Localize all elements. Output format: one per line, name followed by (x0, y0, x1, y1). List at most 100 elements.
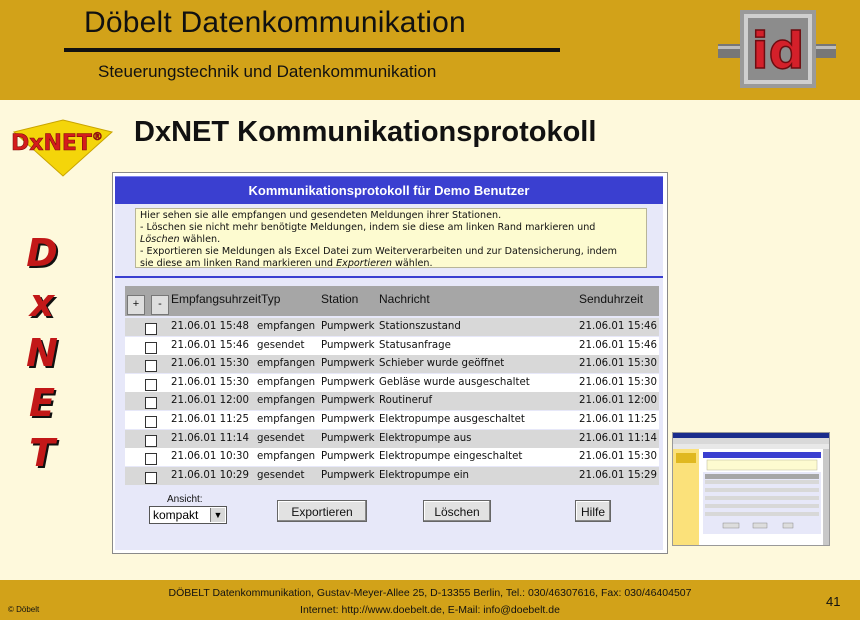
cell-senduhrzeit: 21.06.01 11:14 (579, 432, 657, 444)
dxnet-reg-mark: ® (92, 130, 103, 143)
column-header-nachricht[interactable]: Nachricht (379, 292, 430, 306)
row-checkbox[interactable] (145, 378, 157, 391)
table-row[interactable]: 21.06.01 10:29 gesendet Pumpwerk Elektropum… (125, 466, 659, 485)
cell-station: Pumpwerk (321, 321, 375, 332)
info-line: sie diese am linken Rand markieren und E… (140, 258, 642, 270)
footer-copyright: © Döbelt (8, 605, 40, 614)
delete-button[interactable]: Löschen (423, 500, 491, 522)
cell-nachricht: Elektropumpe ein (379, 469, 470, 481)
company-title: Döbelt Datenkommunikation (84, 6, 466, 39)
cell-typ: empfangen (257, 321, 316, 332)
cell-empfangsuhrzeit: 21.06.01 15:48 (171, 321, 249, 332)
svg-text:DxNET®: DxNET® (11, 130, 103, 156)
cell-station: Pumpwerk (321, 432, 375, 444)
cell-empfangsuhrzeit: 21.06.01 11:25 (171, 414, 249, 425)
cell-typ: empfangen (257, 395, 316, 407)
cell-station: Pumpwerk (321, 414, 375, 425)
cell-nachricht: Elektropumpe eingeschaltet (379, 451, 523, 463)
header-band: Döbelt Datenkommunikation Steuerungstech… (0, 0, 860, 100)
info-emphasis: Löschen (140, 234, 180, 245)
cell-typ: empfangen (257, 376, 316, 388)
cell-empfangsuhrzeit: 21.06.01 15:30 (171, 376, 249, 388)
cell-nachricht: Schieber wurde geöffnet (379, 358, 505, 370)
table-row[interactable]: 21.06.01 15:46 gesendet Pumpwerk Statusanfr… (125, 336, 659, 355)
cell-typ: empfangen (257, 451, 316, 463)
row-checkbox[interactable] (145, 416, 157, 428)
vertical-letter: D (26, 231, 58, 275)
info-line: Löschen wählen. (140, 234, 642, 246)
footer-band: DÖBELT Datenkommunikation, Gustav-Meyer-… (0, 580, 860, 620)
cell-nachricht: Elektropumpe aus (379, 432, 472, 444)
cell-nachricht: Gebläse wurde ausgeschaltet (379, 376, 530, 388)
table-row[interactable]: 21.06.01 11:25 empfangen Pumpwerk Elektropu… (125, 411, 659, 429)
dxnet-logo-text: DxNET (11, 131, 92, 156)
chevron-down-icon[interactable]: ▼ (210, 508, 225, 522)
cell-typ: gesendet (257, 432, 305, 444)
cell-senduhrzeit: 21.06.01 11:25 (579, 414, 657, 425)
table-row[interactable]: 21.06.01 11:14 gesendet Pumpwerk Elektropum… (125, 429, 659, 448)
row-checkbox[interactable] (145, 434, 157, 447)
info-line: - Löschen sie nicht mehr benötigte Meldu… (140, 222, 596, 233)
row-checkbox[interactable] (145, 360, 157, 373)
help-button[interactable]: Hilfe (575, 500, 611, 522)
table-row[interactable]: 21.06.01 12:00 empfangen Pumpwerk Routineru… (125, 392, 659, 411)
page-number: 41 (826, 594, 841, 609)
cell-station: Pumpwerk (321, 469, 375, 481)
vertical-letter: x (29, 281, 55, 325)
column-header-empfang-typ[interactable]: EmpfangsuhrzeitTyp (171, 292, 280, 306)
info-emphasis: Exportieren (336, 258, 392, 269)
cell-empfangsuhrzeit: 21.06.01 10:29 (171, 469, 249, 481)
cell-nachricht: Elektropumpe ausgeschaltet (379, 414, 525, 425)
id-logo-text: id (752, 22, 805, 80)
protocol-window: Kommunikationsprotokoll für Demo Benutze… (112, 172, 668, 554)
cell-senduhrzeit: 21.06.01 15:29 (579, 469, 657, 481)
header-rule (64, 48, 560, 52)
cell-station: Pumpwerk (321, 395, 375, 407)
row-checkbox[interactable] (145, 323, 157, 335)
table-row[interactable]: 21.06.01 15:48 empfangen Pumpwerk Stationsz… (125, 318, 659, 336)
table-row[interactable]: 21.06.01 15:30 empfangen Pumpwerk Gebläse w… (125, 373, 659, 392)
cell-empfangsuhrzeit: 21.06.01 12:00 (171, 395, 249, 407)
row-checkbox[interactable] (145, 341, 157, 354)
vertical-letter: E (29, 381, 55, 425)
screenshot-thumbnail (672, 432, 830, 546)
id-logo-icon: id (718, 10, 836, 88)
cell-empfangsuhrzeit: 21.06.01 11:14 (171, 432, 249, 444)
info-panel: Hier sehen sie alle empfangen und gesend… (115, 204, 663, 278)
slide-title: DxNET Kommunikationsprotokoll (134, 116, 597, 148)
vertical-dxnet: D x N E T (22, 228, 62, 478)
footer-address: DÖBELT Datenkommunikation, Gustav-Meyer-… (168, 587, 692, 599)
table-row[interactable]: 21.06.01 15:30 empfangen Pumpwerk Schieber … (125, 355, 659, 374)
cell-senduhrzeit: 21.06.01 15:46 (579, 321, 657, 332)
info-text-fragment: wählen. (179, 234, 221, 245)
column-header-senduhrzeit[interactable]: Senduhrzeit (579, 292, 643, 306)
table-row[interactable]: 21.06.01 10:30 empfangen Pumpwerk Elektropu… (125, 448, 659, 467)
cell-senduhrzeit: 21.06.01 15:30 (579, 358, 657, 370)
company-subtitle: Steuerungstechnik und Datenkommunikation (98, 62, 437, 81)
export-button[interactable]: Exportieren (277, 500, 367, 522)
cell-typ: gesendet (257, 339, 305, 351)
view-label: Ansicht: (167, 494, 203, 505)
cell-empfangsuhrzeit: 21.06.01 15:30 (171, 358, 249, 370)
cell-nachricht: Routineruf (379, 395, 433, 407)
footer-contact: Internet: http://www.doebelt.de, E-Mail:… (300, 604, 560, 616)
cell-empfangsuhrzeit: 21.06.01 15:46 (171, 339, 249, 351)
info-line: - Exportieren sie Meldungen als Excel Da… (140, 246, 617, 257)
row-checkbox[interactable] (145, 397, 157, 410)
cell-senduhrzeit: 21.06.01 15:46 (579, 339, 657, 351)
row-checkbox[interactable] (145, 471, 157, 484)
info-text-fragment: wählen. (391, 258, 433, 269)
cell-empfangsuhrzeit: 21.06.01 10:30 (171, 451, 249, 463)
expand-button[interactable]: + (127, 295, 145, 315)
column-header-station[interactable]: Station (321, 292, 358, 306)
collapse-button[interactable]: - (151, 295, 169, 315)
table-header: + - EmpfangsuhrzeitTyp Station Nachricht… (125, 286, 659, 316)
cell-senduhrzeit: 21.06.01 15:30 (579, 451, 657, 463)
info-text-fragment: sie diese am linken Rand markieren und (140, 258, 337, 269)
cell-station: Pumpwerk (321, 358, 375, 370)
vertical-letter: T (29, 431, 55, 475)
info-line: Hier sehen sie alle empfangen und gesend… (140, 210, 502, 221)
cell-nachricht: Stationszustand (379, 321, 461, 332)
view-select[interactable]: kompakt ▼ (149, 506, 227, 524)
row-checkbox[interactable] (145, 453, 157, 466)
